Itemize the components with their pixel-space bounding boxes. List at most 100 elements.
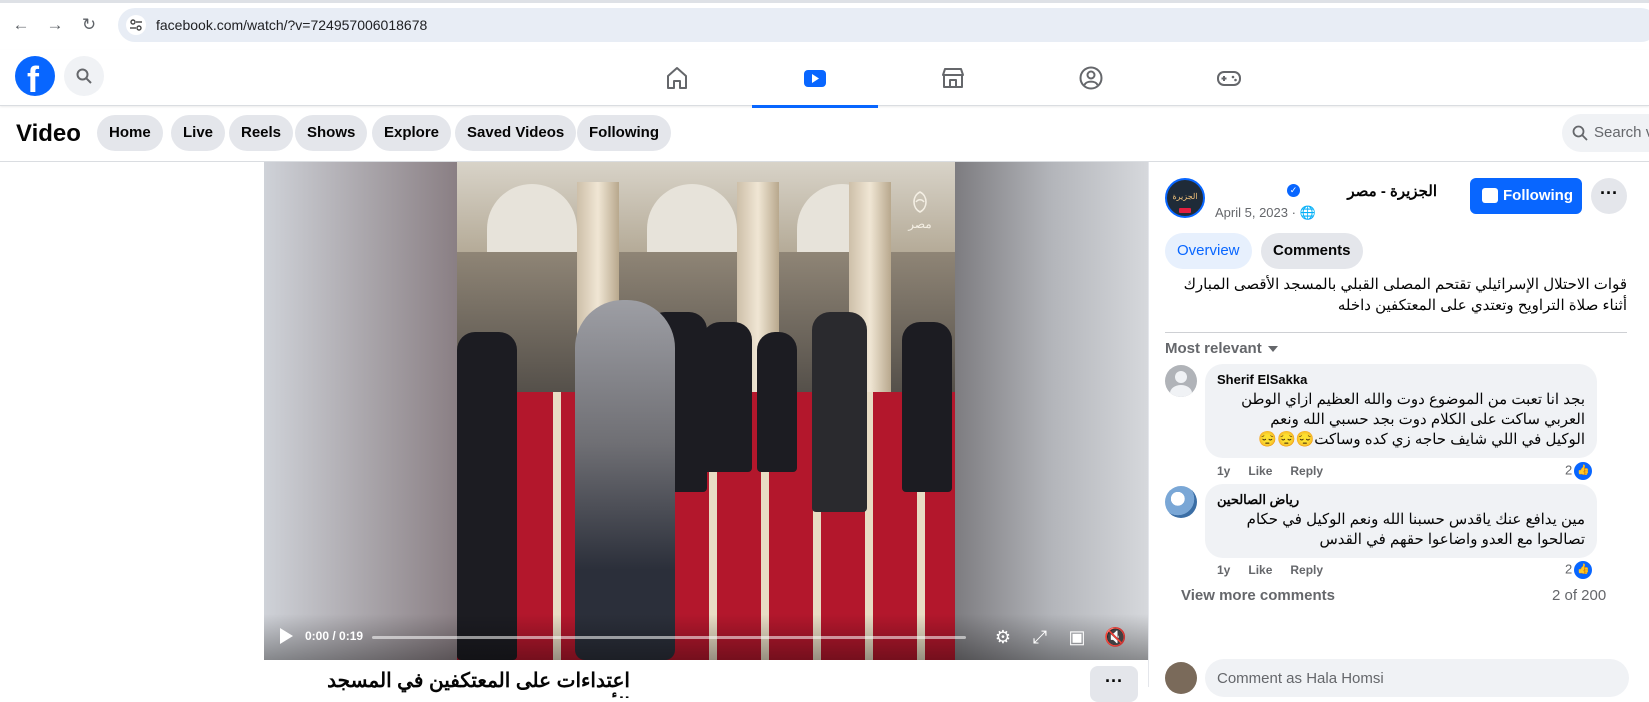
tab-overview[interactable]: Overview <box>1165 233 1252 269</box>
url-text[interactable]: facebook.com/watch/?v=724957006018678 <box>156 17 427 33</box>
post-date[interactable]: April 5, 2023 · 🌐 <box>1215 205 1316 221</box>
channel-avatar[interactable]: الجزيرة <box>1165 178 1205 218</box>
comment-bubble: Sherif ElSakka بجد انا تعبت من الموضوع د… <box>1205 364 1597 458</box>
forward-icon[interactable]: → <box>44 14 66 36</box>
view-more-comments-link[interactable]: View more comments <box>1181 587 1335 604</box>
channel-avatar-text: الجزيرة <box>1172 192 1198 201</box>
like-link[interactable]: Like <box>1248 563 1272 577</box>
player-backdrop-right <box>955 162 1148 660</box>
sort-label: Most relevant <box>1165 340 1262 357</box>
pill-explore[interactable]: Explore <box>372 115 452 151</box>
player-backdrop-left <box>264 162 457 660</box>
video-player[interactable]: مصر 0:00 / 0:19 ⚙ ⤢ ▣ 🔇 <box>264 162 1148 660</box>
address-bar[interactable]: facebook.com/watch/?v=724957006018678 <box>118 8 1649 42</box>
player-controls: 0:00 / 0:19 ⚙ ⤢ ▣ 🔇 <box>264 614 1148 660</box>
video-search-input[interactable]: Search v <box>1562 114 1649 152</box>
section-divider <box>1165 332 1627 333</box>
settings-gear-icon[interactable]: ⚙ <box>992 626 1014 648</box>
pill-shows[interactable]: Shows <box>295 115 368 151</box>
home-icon <box>667 67 687 89</box>
nav-marketplace[interactable] <box>890 50 1016 106</box>
comment-sort-dropdown[interactable]: Most relevant <box>1165 340 1278 357</box>
person-figure <box>812 312 867 512</box>
aljazeera-logo-icon <box>913 191 927 213</box>
following-button[interactable]: Following <box>1470 178 1582 214</box>
comment-text: بجد انا تعبت من الموضوع دوت والله العظيم… <box>1241 391 1585 448</box>
groups-icon <box>1079 66 1103 90</box>
reaction-count: 2 <box>1565 561 1573 577</box>
search-icon <box>1572 125 1588 141</box>
channel-more-button[interactable]: ··· <box>1591 178 1627 214</box>
video-more-options-button[interactable]: ··· <box>1090 666 1138 702</box>
channel-watermark: مصر <box>905 190 935 236</box>
progress-bar[interactable] <box>372 636 966 639</box>
page-title: Video <box>16 120 81 147</box>
site-settings-icon[interactable] <box>126 15 146 35</box>
globe-icon: 🌐 <box>1299 205 1316 220</box>
person-figure <box>457 332 517 660</box>
marketplace-icon <box>942 68 964 88</box>
video-description: قوات الاحتلال الإسرائيلي تقتحم المصلى ال… <box>1183 276 1627 314</box>
video-frame[interactable]: مصر <box>457 162 955 660</box>
comment-age[interactable]: 1y <box>1217 464 1230 478</box>
play-icon[interactable] <box>280 628 293 644</box>
video-search-placeholder: Search v <box>1594 124 1649 141</box>
watch-icon <box>804 70 826 87</box>
person-figure <box>902 322 952 492</box>
like-link[interactable]: Like <box>1248 464 1272 478</box>
tab-comments[interactable]: Comments <box>1261 233 1363 269</box>
like-reaction-icon: 👍 <box>1574 561 1593 579</box>
chevron-down-icon <box>1267 346 1278 353</box>
video-title: اعتداءات على المعتكفين في المسجد الأقصى <box>327 670 630 698</box>
following-label: Following <box>1503 187 1573 204</box>
reply-link[interactable]: Reply <box>1290 464 1323 478</box>
browser-toolbar: ← → ↻ facebook.com/watch/?v=724957006018… <box>0 0 1649 50</box>
pill-following[interactable]: Following <box>577 115 671 151</box>
comment-text: مين يدافع عنك ياقدس حسبنا الله ونعم الوك… <box>1246 511 1585 548</box>
comment-reactions[interactable]: 2 👍 <box>1565 462 1593 480</box>
nav-groups[interactable] <box>1028 50 1154 106</box>
tab-strip-edge <box>0 0 1649 3</box>
pill-reels[interactable]: Reels <box>229 115 294 151</box>
commenter-avatar[interactable] <box>1165 365 1197 397</box>
reply-link[interactable]: Reply <box>1290 563 1323 577</box>
watermark-text: مصر <box>908 217 932 231</box>
pill-home[interactable]: Home <box>97 115 163 151</box>
comment-author[interactable]: Sherif ElSakka <box>1217 372 1307 387</box>
picture-in-picture-icon[interactable]: ▣ <box>1066 626 1088 648</box>
person-figure <box>702 322 752 472</box>
commenter-avatar[interactable] <box>1165 486 1197 518</box>
current-user-avatar[interactable] <box>1165 662 1197 694</box>
person-figure <box>757 332 797 472</box>
comment-age[interactable]: 1y <box>1217 563 1230 577</box>
back-icon[interactable]: ← <box>10 14 32 36</box>
fullscreen-icon[interactable]: ⤢ <box>1029 626 1051 648</box>
nav-watch[interactable] <box>752 50 878 108</box>
comment-author[interactable]: رياض الصالحين <box>1217 492 1299 508</box>
search-button[interactable] <box>64 56 104 96</box>
reload-icon[interactable]: ↻ <box>78 14 100 36</box>
facebook-topbar: f <box>0 50 1649 108</box>
playback-time: 0:00 / 0:19 <box>305 629 364 643</box>
comment-reactions[interactable]: 2 👍 <box>1565 561 1593 579</box>
nav-gaming[interactable] <box>1166 50 1292 106</box>
live-badge <box>1179 208 1191 213</box>
pill-live[interactable]: Live <box>171 115 226 151</box>
post-date-text: April 5, 2023 · <box>1215 205 1300 220</box>
comment-count: 2 of 200 <box>1552 587 1607 604</box>
nav-home[interactable] <box>614 50 740 106</box>
facebook-logo-icon[interactable]: f <box>15 56 55 100</box>
pill-saved-videos[interactable]: Saved Videos <box>455 115 577 151</box>
search-icon <box>76 68 92 84</box>
comment-input-placeholder: Comment as Hala Homsi <box>1217 670 1384 687</box>
person-figure <box>575 300 675 660</box>
verified-badge-icon: ✓ <box>1287 184 1300 197</box>
comment-actions: 1y Like Reply <box>1217 563 1341 577</box>
comment-bubble: رياض الصالحين مين يدافع عنك ياقدس حسبنا … <box>1205 484 1597 558</box>
watch-subnav: Video Home Live Reels Shows Explore Save… <box>0 106 1649 162</box>
video-details-panel: الجزيرة الجزيرة - مصر ✓ April 5, 2023 · … <box>1148 162 1649 697</box>
mute-icon[interactable]: 🔇 <box>1104 626 1126 648</box>
reaction-count: 2 <box>1565 462 1573 478</box>
comment-actions: 1y Like Reply <box>1217 464 1341 478</box>
comment-input[interactable]: Comment as Hala Homsi <box>1205 659 1629 697</box>
